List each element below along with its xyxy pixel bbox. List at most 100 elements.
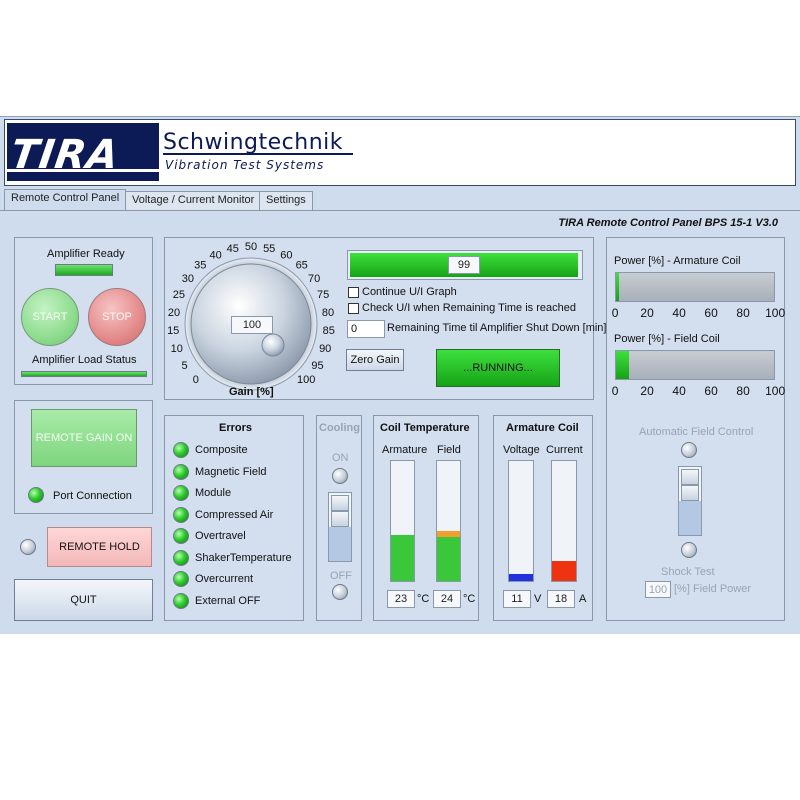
amplifier-load-status-bar [21,371,147,377]
gain-label: Gain [%] [229,386,274,398]
check-ui-checkbox[interactable] [348,303,359,314]
gain-progress-value: 99 [448,256,480,274]
app-window: TIRA Schwingtechnik Vibration Test Syste… [0,116,800,634]
power-tick-label: 40 [672,306,686,320]
remote-hold-button[interactable]: REMOTE HOLD [47,527,152,567]
running-indicator: ...RUNNING... [436,349,560,387]
stop-button[interactable]: STOP [88,288,146,346]
start-button[interactable]: START [21,288,79,346]
port-connection-label: Port Connection [53,490,132,502]
cooling-on-led [332,468,348,484]
error-label: Compressed Air [195,508,274,521]
power-tick-label: 20 [640,384,654,398]
voltage-value: 11 [503,590,531,608]
field-temp-gauge [436,460,461,582]
quit-button[interactable]: QUIT [14,579,153,621]
current-gauge [551,460,577,582]
field-power-title: Power [%] - Field Coil [614,333,720,345]
armature-coil-title: Armature Coil [506,422,579,434]
power-tick-label: 100 [765,306,786,320]
power-tick-label: 80 [736,306,750,320]
power-tick-label: 60 [704,306,718,320]
armature-power-bar [615,272,775,302]
field-temp-value: 24 [433,590,461,608]
amplifier-ready-label: Amplifier Ready [47,248,125,260]
error-label: Overcurrent [195,573,254,585]
cooling-title: Cooling [319,422,360,434]
dial-tick-label: 55 [263,243,275,255]
armature-temp-unit: °C [417,593,430,605]
coil-temperature-group: Coil Temperature Armature Field 23 °C 24… [373,415,479,621]
cooling-off-led [332,584,348,600]
power-tick-label: 0 [611,384,619,398]
gain-group: 0 5 10 15 20 25 30 35 40 45 50 55 60 65 70 75 80 85 90 95 10… [164,237,606,400]
field-power-bar [615,350,775,380]
current-unit: A [579,593,587,605]
voltage-unit: V [534,593,542,605]
amplifier-load-status-label: Amplifier Load Status [32,354,137,366]
field-power-label: [%] Field Power [674,583,752,595]
tab-settings[interactable]: Settings [259,191,313,210]
cooling-off-label: OFF [330,570,352,582]
dial-tick-label: 5 [181,360,187,372]
dial-tick-label: 85 [323,325,335,337]
dial-tick-label: 70 [308,273,320,285]
armature-temp-gauge [390,460,415,582]
field-power-fill [616,351,629,379]
dial-tick-label: 75 [317,289,329,301]
power-tick-label: 0 [611,306,619,320]
error-led [173,571,189,587]
armature-temp-value: 23 [387,590,415,608]
dial-tick-label: 100 [297,374,315,386]
field-temp-label: Field [437,444,461,456]
port-connection-led [28,487,44,503]
field-control-switch[interactable] [678,466,702,536]
remote-gain-on-button[interactable]: REMOTE GAIN ON [31,409,137,467]
shock-test-label: Shock Test [661,566,715,578]
error-led [173,442,189,458]
power-tick-label: 60 [704,384,718,398]
field-temp-unit: °C [463,593,476,605]
cooling-group: Cooling ON OFF [316,415,362,621]
current-label: Current [546,444,583,456]
remaining-time-label: Remaining Time til Amplifier Shut Down [… [387,322,607,334]
armature-coil-group: Armature Coil Voltage Current 11 V 18 A [493,415,593,621]
dial-tick-label: 90 [319,343,331,355]
check-ui-label: Check U/I when Remaining Time is reached [362,302,576,314]
automatic-field-control-label: Automatic Field Control [639,426,754,438]
automatic-field-control-led [681,442,697,458]
dial-tick-label: 50 [245,241,257,253]
current-value: 18 [547,590,575,608]
dial-tick-label: 45 [227,243,239,255]
remote-hold-led [20,539,36,555]
voltage-gauge [508,460,534,582]
dial-tick-label: 15 [167,325,179,337]
error-led [173,592,189,609]
dial-tick-label: 60 [280,250,292,262]
tab-remote-control-panel[interactable]: Remote Control Panel [4,189,127,211]
error-led [173,549,189,566]
dial-tick-label: 80 [322,307,334,319]
coil-temperature-title: Coil Temperature [380,422,470,434]
dial-tick-label: 65 [296,260,308,272]
cooling-switch[interactable] [328,492,352,562]
errors-group: Errors Composite Magnetic Field Module Comp… [164,415,304,621]
continue-graph-checkbox[interactable] [348,287,359,298]
voltage-label: Voltage [503,444,540,456]
power-tick-label: 20 [640,306,654,320]
error-label: Composite [195,444,248,456]
current-fill [552,560,576,581]
tab-voltage-current-monitor[interactable]: Voltage / Current Monitor [125,191,262,210]
voltage-fill [509,573,533,581]
dial-tick-label: 40 [209,250,221,262]
error-label: ShakerTemperature [195,551,292,564]
dial-tick-label: 10 [171,343,183,355]
remote-group: REMOTE GAIN ON Port Connection [14,400,153,514]
errors-title: Errors [219,422,253,434]
shock-test-led [681,542,697,558]
field-power-input[interactable]: 100 [645,581,671,598]
zero-gain-button[interactable]: Zero Gain [346,349,404,371]
amplifier-ready-indicator [55,264,113,276]
remaining-time-input[interactable]: 0 [347,320,385,338]
dial-tick-label: 0 [193,374,199,386]
